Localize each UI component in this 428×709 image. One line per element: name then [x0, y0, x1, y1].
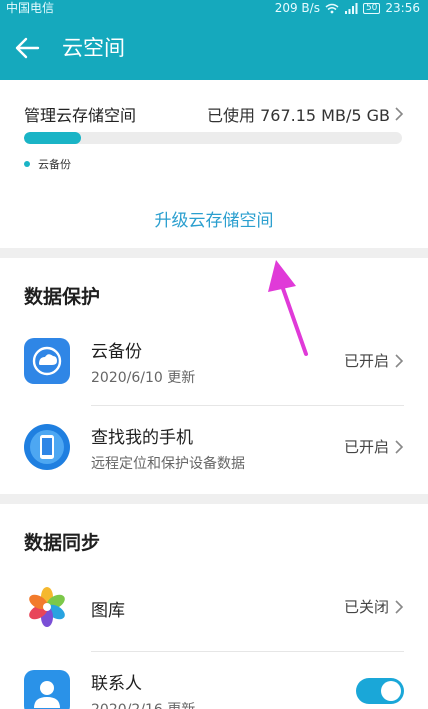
cloud-backup-title: 云备份: [91, 342, 142, 362]
find-phone-status-text: 已开启: [343, 438, 389, 456]
signal-icon: [344, 2, 358, 14]
list-item-find-phone[interactable]: 查找我的手机 远程定位和保护设备数据 已开启: [0, 406, 428, 490]
list-item-cloud-backup[interactable]: 云备份 2020/6/10 更新 已开启: [0, 320, 428, 404]
gallery-icon: [29, 587, 65, 627]
app-bar: 云空间: [0, 16, 428, 80]
toggle-knob: [381, 681, 401, 701]
data-sync-card: 数据同步 图库 已关闭 联系人 2020/2/16 更新: [0, 504, 428, 709]
contacts-icon: [24, 670, 70, 709]
network-speed: 209 B/s: [274, 1, 320, 15]
storage-used-text: 已使用 767.15 MB/5 GB: [207, 106, 390, 125]
storage-legend: 云备份: [24, 156, 71, 172]
cloud-backup-subtitle: 2020/6/10 更新: [91, 370, 196, 386]
clock: 23:56: [385, 1, 420, 15]
wifi-icon: [325, 3, 339, 13]
chevron-right-icon: [395, 599, 404, 614]
storage-used-link[interactable]: 已使用 767.15 MB/5 GB: [207, 102, 404, 126]
section-title-protection: 数据保护: [24, 286, 101, 308]
carrier-label: 中国电信: [6, 1, 55, 15]
find-phone-status: 已开启: [344, 436, 404, 457]
chevron-right-icon: [395, 439, 404, 454]
status-bar: 中国电信 209 B/s 50 23:56: [0, 0, 428, 16]
contacts-title: 联系人: [91, 674, 142, 694]
list-item-gallery[interactable]: 图库 已关闭: [0, 566, 428, 650]
find-phone-icon: [24, 424, 70, 470]
chevron-right-icon: [395, 107, 404, 121]
page-title: 云空间: [62, 36, 125, 60]
cloud-backup-status-text: 已开启: [343, 352, 389, 370]
storage-progress-bar: [24, 132, 402, 144]
contacts-subtitle: 2020/2/16 更新: [91, 699, 195, 709]
legend-dot: [24, 161, 30, 167]
section-title-sync: 数据同步: [24, 532, 101, 554]
storage-card: 管理云存储空间 已使用 767.15 MB/5 GB 云备份 升级云存储空间: [0, 80, 428, 248]
chevron-right-icon: [395, 353, 404, 368]
upgrade-storage-button[interactable]: 升级云存储空间: [0, 206, 428, 231]
find-phone-subtitle: 远程定位和保护设备数据: [91, 456, 245, 472]
annotation-arrow-icon: [268, 260, 308, 356]
battery-icon: 50: [362, 2, 381, 14]
list-item-contacts[interactable]: 联系人 2020/2/16 更新: [0, 652, 428, 709]
gallery-status-text: 已关闭: [343, 598, 389, 616]
cloud-backup-status: 已开启: [344, 350, 404, 371]
back-arrow-icon[interactable]: [14, 36, 40, 60]
storage-progress-fill: [24, 132, 81, 144]
cloud-backup-icon: [24, 338, 70, 384]
gallery-title: 图库: [91, 601, 125, 621]
data-protection-card: 数据保护 云备份 2020/6/10 更新 已开启 查找我的手机 远程定位和保护…: [0, 258, 428, 494]
legend-label: 云备份: [38, 158, 71, 171]
gallery-status: 已关闭: [344, 596, 404, 617]
manage-storage-label[interactable]: 管理云存储空间: [24, 102, 136, 126]
contacts-sync-toggle[interactable]: [356, 678, 404, 704]
find-phone-title: 查找我的手机: [91, 428, 193, 448]
status-icons: 209 B/s 50 23:56: [275, 0, 420, 16]
